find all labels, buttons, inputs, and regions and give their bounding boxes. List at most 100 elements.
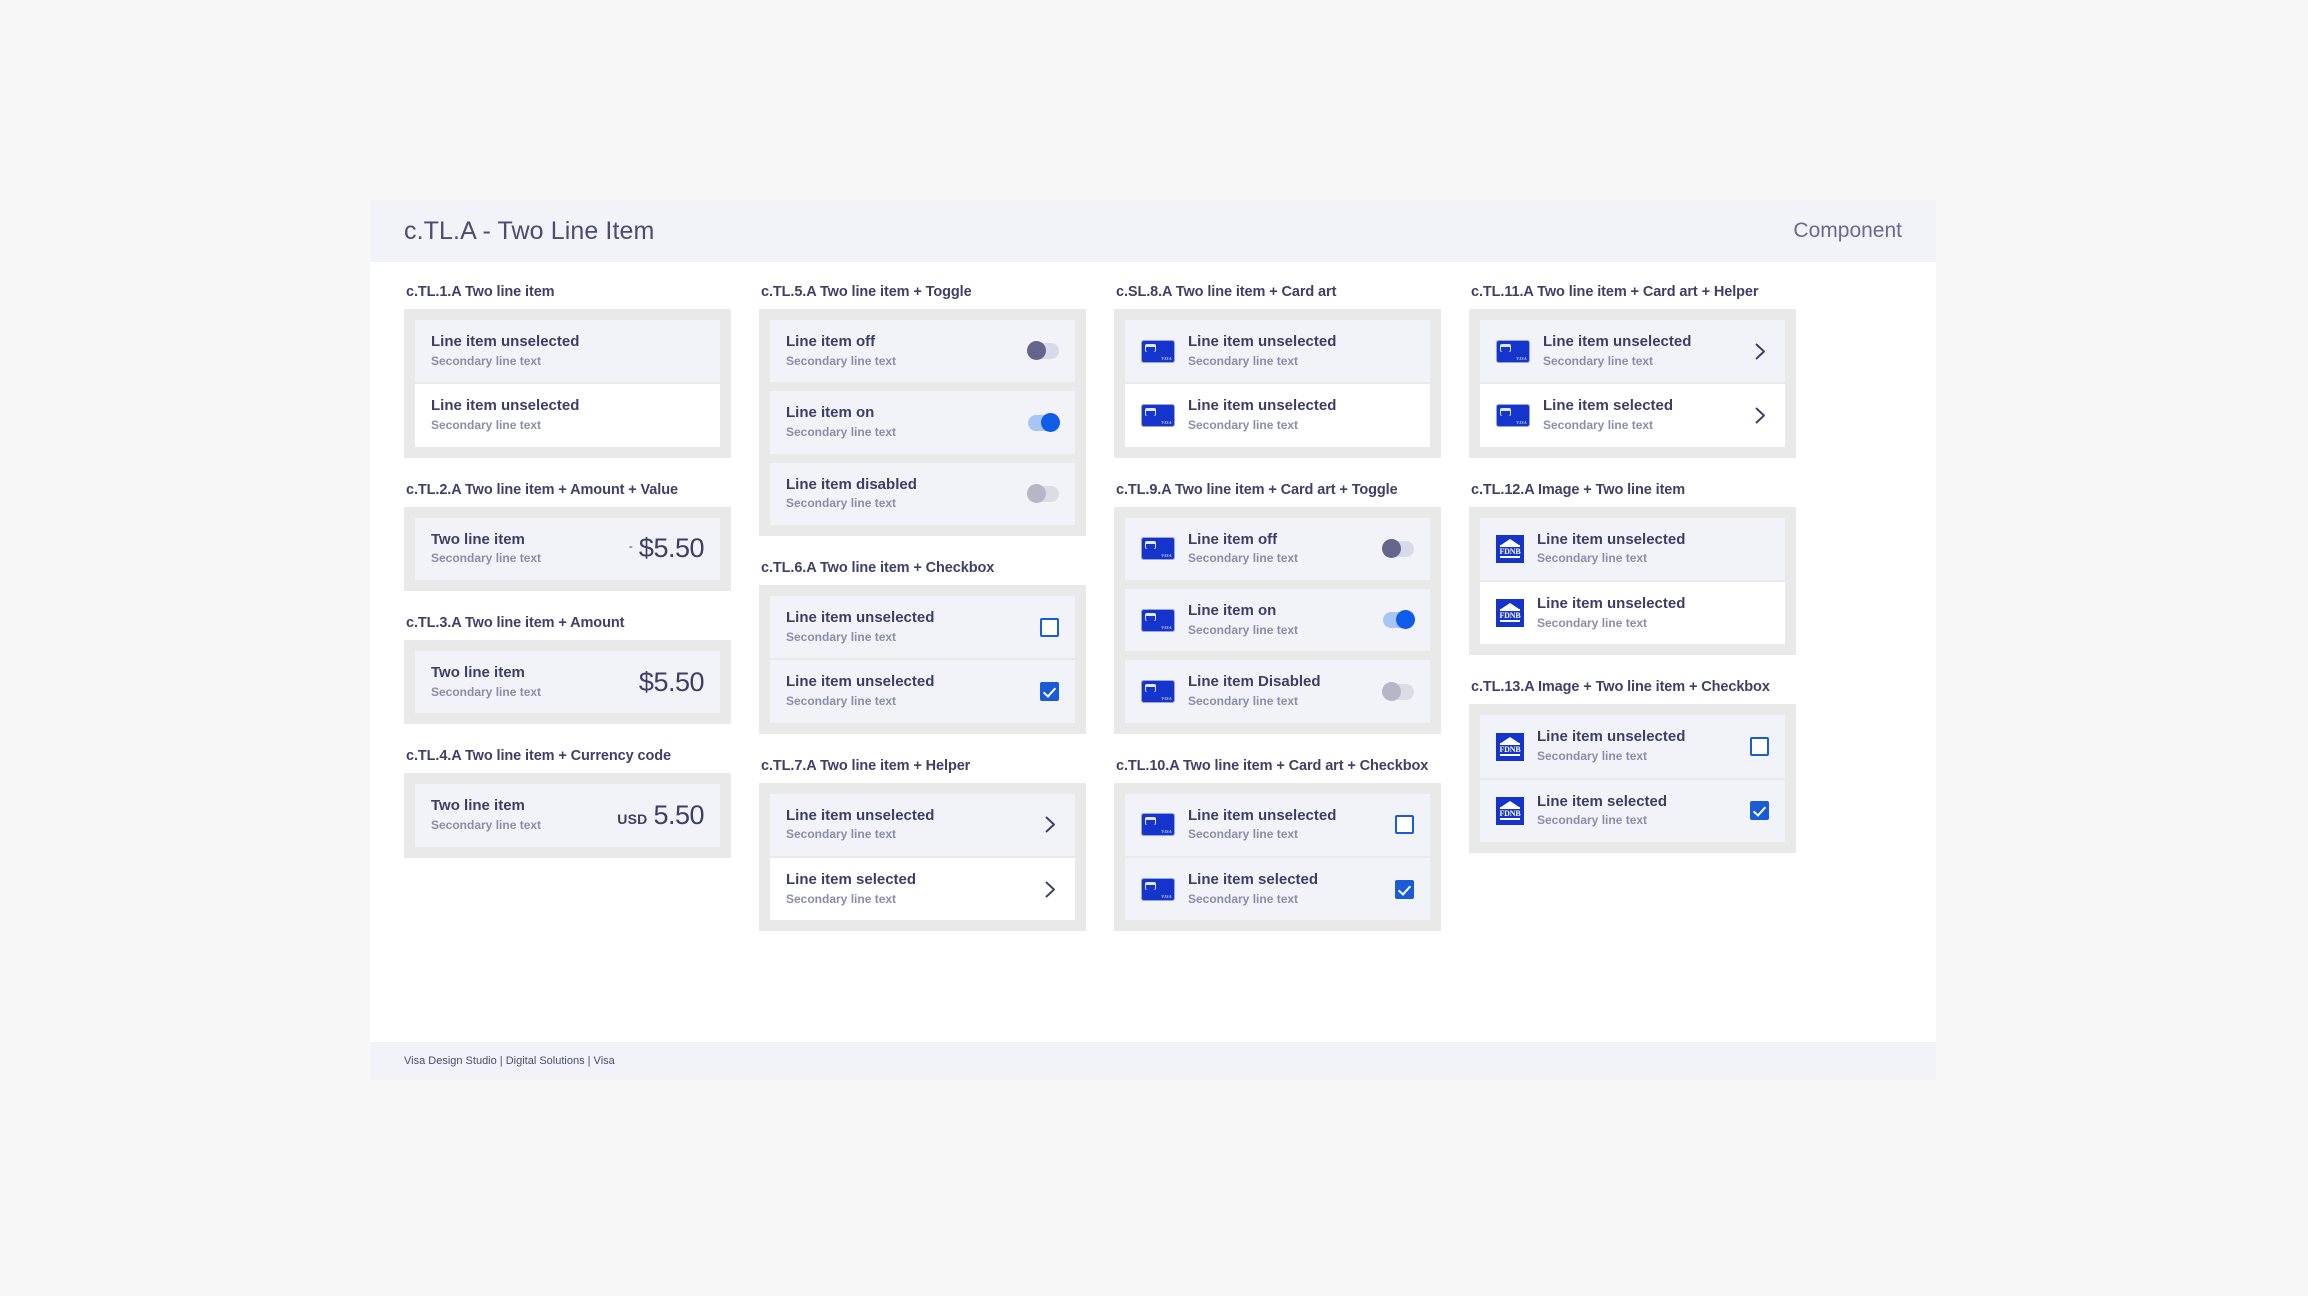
list-item[interactable]: FDNB Line item unselected Secondary line t… (1480, 517, 1785, 581)
list-item[interactable]: Line item selected Secondary line text (770, 858, 1075, 921)
spec-label: c.TL.7.A Two line item + Helper (761, 757, 971, 774)
list-item[interactable]: FDNB Line item selected Secondary line tex… (1480, 779, 1785, 843)
list-item[interactable]: VISA Line item on Secondary line text (1125, 589, 1430, 652)
checkbox-unchecked[interactable] (1040, 617, 1059, 637)
visa-card-art-icon: VISA (1141, 339, 1175, 363)
list-item[interactable]: Two line item Secondary line text USD 5.50 (415, 784, 720, 847)
list-item-primary-text: Line item on (786, 404, 875, 422)
list-item-primary-text: Line item unselected (1543, 333, 1692, 350)
toggle-switch-off[interactable] (1382, 538, 1414, 558)
checkbox-unchecked[interactable] (1750, 737, 1769, 757)
list-item-primary-text: Line item unselected (431, 333, 580, 350)
toggle-knob (1027, 341, 1046, 361)
list-item[interactable]: FDNB Line item unselected Secondary line t… (1480, 582, 1785, 645)
list-item-text: Line item selected Secondary line text (1537, 793, 1738, 829)
toggle-knob (1041, 412, 1060, 432)
list-item[interactable]: VISA Line item unselected Secondary line t… (1125, 384, 1430, 447)
list-item[interactable]: Line item unselected Secondary line text (770, 596, 1075, 659)
list-item[interactable]: VISA Line item Disabled Secondary line tex… (1125, 660, 1430, 723)
list-item-text: Two line item Secondary line text (431, 664, 627, 700)
checkbox-checked[interactable] (1395, 879, 1414, 899)
list-item-primary-text: Line item unselected (1537, 595, 1686, 613)
list-item-primary-text: Line item on (1188, 602, 1277, 620)
list-item-primary-text: Line item unselected (786, 806, 935, 824)
list-item[interactable]: VISA Line item unselected Secondary line t… (1480, 320, 1785, 383)
list-item-secondary-text: Secondary line text (1537, 551, 1648, 566)
toggle-switch-on[interactable] (1383, 610, 1415, 630)
checkbox-checked[interactable] (1750, 801, 1769, 821)
list-item-primary-text: Two line item (431, 530, 525, 548)
list-item-secondary-text: Secondary line text (1537, 749, 1648, 764)
list-item[interactable]: VISA Line item selected Secondary line tex… (1125, 858, 1430, 921)
list-item[interactable]: Line item on Secondary line text (770, 391, 1075, 454)
list-item-text: Line item unselected Secondary line text (431, 397, 704, 433)
list-item[interactable]: Line item disabled Secondary line text (770, 462, 1075, 526)
list-item-primary-text: Line item unselected (431, 397, 580, 415)
list-item-text: Line item unselected Secondary line text (786, 609, 1028, 645)
visa-card-art-icon: VISA (1141, 813, 1175, 837)
list-item[interactable]: Line item unselected Secondary line text (415, 384, 720, 447)
currency-code: USD (617, 811, 648, 828)
spec-column-1: c.TL.1.A Two line item Line item unselect… (390, 284, 745, 1042)
list-item[interactable]: Line item off Secondary line text (770, 320, 1075, 383)
toggle-switch-on[interactable] (1028, 412, 1060, 432)
list-item-secondary-text: Secondary line text (786, 629, 897, 644)
list-item[interactable]: VISA Line item off Secondary line text (1125, 517, 1430, 581)
chevron-right-icon[interactable] (1751, 407, 1769, 424)
list-item-text: Line item unselected Secondary line text (1543, 333, 1739, 369)
list-item-text: Line item Disabled Secondary line text (1188, 673, 1371, 709)
visa-card-art-icon: VISA (1141, 404, 1175, 428)
checkbox-unchecked[interactable] (1395, 815, 1414, 835)
spec-label: c.TL.2.A Two line item + Amount + Value (406, 481, 678, 498)
toggle-switch-off[interactable] (1027, 341, 1059, 361)
component-spec-page: c.TL.A - Two Line Item Component c.TL.1.… (370, 200, 1936, 1080)
list-item-secondary-text: Secondary line text (786, 827, 897, 842)
visa-card-art-icon: VISA (1496, 404, 1530, 428)
visa-card-art-icon: VISA (1141, 537, 1175, 561)
list-item-text: Line item selected Secondary line text (1188, 871, 1383, 907)
list-item[interactable]: VISA Line item unselected Secondary line t… (1125, 793, 1430, 857)
list-item-text: Line item on Secondary line text (1188, 602, 1371, 638)
checkbox-checked[interactable] (1040, 682, 1059, 702)
line-item-group: Line item unselected Secondary line text L… (404, 309, 731, 458)
bank-logo-icon: FDNB (1496, 796, 1524, 825)
list-item-secondary-text: Secondary line text (431, 551, 542, 566)
list-item-secondary-text: Secondary line text (786, 496, 897, 511)
list-item-text: Line item selected Secondary line text (1543, 397, 1739, 433)
bank-logo-text: FDNB (1499, 546, 1521, 556)
list-item[interactable]: Two line item Secondary line text $5.50 (415, 651, 720, 714)
list-item-primary-text: Two line item (431, 664, 525, 682)
list-item-primary-text: Line item off (786, 333, 876, 350)
list-item[interactable]: Line item unselected Secondary line text (770, 660, 1075, 723)
list-item-secondary-text: Secondary line text (1543, 353, 1654, 368)
list-item-text: Line item on Secondary line text (786, 404, 1016, 440)
toggle-knob (1382, 681, 1401, 701)
spec-column-2: c.TL.5.A Two line item + Toggle Line item… (745, 284, 1100, 1042)
chevron-right-icon[interactable] (1751, 343, 1769, 360)
list-item-secondary-text: Secondary line text (1188, 891, 1299, 906)
chevron-right-icon[interactable] (1041, 816, 1059, 833)
line-item-group: VISA Line item unselected Secondary line t… (1114, 309, 1441, 458)
list-item[interactable]: Two line item Secondary line text - $5.50 (415, 517, 720, 581)
chevron-right-icon[interactable] (1041, 881, 1059, 898)
amount-value: 5.50 (653, 800, 704, 831)
visa-card-art-icon: VISA (1141, 608, 1175, 632)
list-item-text: Line item unselected Secondary line text (786, 673, 1028, 709)
spec-board: c.TL.1.A Two line item Line item unselect… (370, 262, 1936, 1042)
list-item-primary-text: Two line item (431, 797, 525, 815)
list-item-primary-text: Line item unselected (786, 673, 935, 691)
list-item-primary-text: Line item unselected (1188, 806, 1337, 824)
amount-display: $5.50 (639, 667, 705, 698)
amount-prefix: - (628, 539, 633, 554)
list-item-secondary-text: Secondary line text (1543, 418, 1654, 433)
list-item-secondary-text: Secondary line text (786, 425, 897, 440)
list-item[interactable]: VISA Line item selected Secondary line tex… (1480, 384, 1785, 447)
list-item[interactable]: Line item unselected Secondary line text (770, 793, 1075, 857)
list-item-primary-text: Line item unselected (1188, 333, 1337, 350)
list-item[interactable]: VISA Line item unselected Secondary line t… (1125, 320, 1430, 383)
bank-logo-icon: FDNB (1496, 534, 1524, 563)
list-item[interactable]: Line item unselected Secondary line text (415, 320, 720, 383)
spec-label: c.TL.5.A Two line item + Toggle (761, 284, 972, 300)
spec-column-3: c.SL.8.A Two line item + Card art VISA Lin… (1100, 284, 1455, 1042)
list-item[interactable]: FDNB Line item unselected Secondary line t… (1480, 715, 1785, 778)
